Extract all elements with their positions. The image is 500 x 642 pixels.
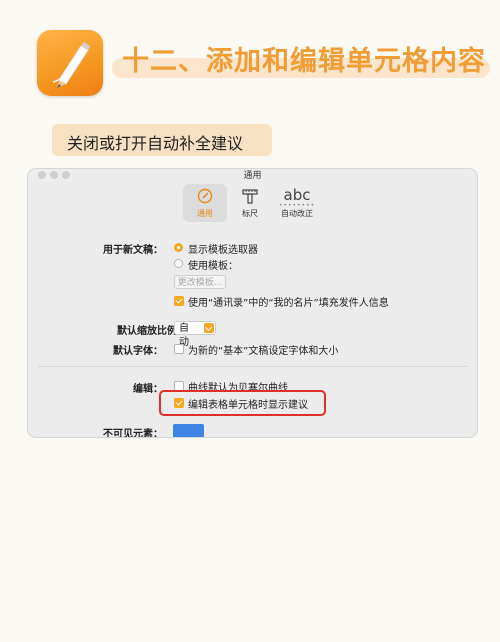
preferences-window: 通用 通用 标尺 abc •••••••• 自动改正 用于新文稿： 显示模板选取… bbox=[27, 168, 478, 438]
tab-ruler-label: 标尺 bbox=[242, 209, 258, 218]
tab-general[interactable]: 通用 bbox=[183, 184, 227, 222]
default-zoom-popup[interactable]: 自动 bbox=[174, 321, 216, 348]
invisibles-color-well[interactable] bbox=[173, 424, 204, 437]
default-font-checkbox[interactable] bbox=[174, 344, 184, 354]
invisibles-label: 不可见元素： bbox=[103, 429, 163, 438]
window-titlebar: 通用 bbox=[28, 169, 477, 181]
default-font-option-label: 为新的“基本”文稿设定字体和大小 bbox=[188, 346, 339, 357]
show-suggestions-label: 编辑表格单元格时显示建议 bbox=[188, 400, 308, 411]
new-documents-label: 用于新文稿： bbox=[103, 245, 163, 256]
page-title: 十二、添加和编辑单元格内容 bbox=[122, 46, 486, 77]
show-suggestions-checkbox[interactable] bbox=[174, 398, 184, 408]
use-template-label: 使用模板： bbox=[188, 261, 238, 272]
template-chooser-radio[interactable] bbox=[174, 243, 183, 252]
window-title: 通用 bbox=[243, 171, 262, 181]
default-font-label: 默认字体： bbox=[113, 346, 163, 357]
pages-app-icon bbox=[37, 30, 103, 96]
template-chooser-label: 显示模板选取器 bbox=[188, 245, 258, 256]
use-card-info-label: 使用“通讯录”中的“我的名片”填充发件人信息 bbox=[188, 298, 389, 309]
ruler-icon bbox=[242, 189, 258, 204]
change-template-button[interactable]: 更改模板... bbox=[174, 275, 226, 289]
chevron-down-icon bbox=[204, 323, 214, 333]
tab-autocorrect-label: 自动改正 bbox=[281, 209, 313, 218]
use-template-radio[interactable] bbox=[174, 259, 183, 268]
section-subtitle: 关闭或打开自动补全建议 bbox=[67, 134, 244, 153]
use-card-info-checkbox[interactable] bbox=[174, 296, 184, 306]
pen-icon bbox=[52, 42, 90, 88]
tab-ruler[interactable]: 标尺 bbox=[228, 184, 272, 222]
divider bbox=[38, 366, 468, 367]
tab-general-label: 通用 bbox=[197, 209, 213, 218]
tab-autocorrect[interactable]: abc •••••••• 自动改正 bbox=[273, 184, 321, 222]
general-icon bbox=[197, 188, 213, 204]
